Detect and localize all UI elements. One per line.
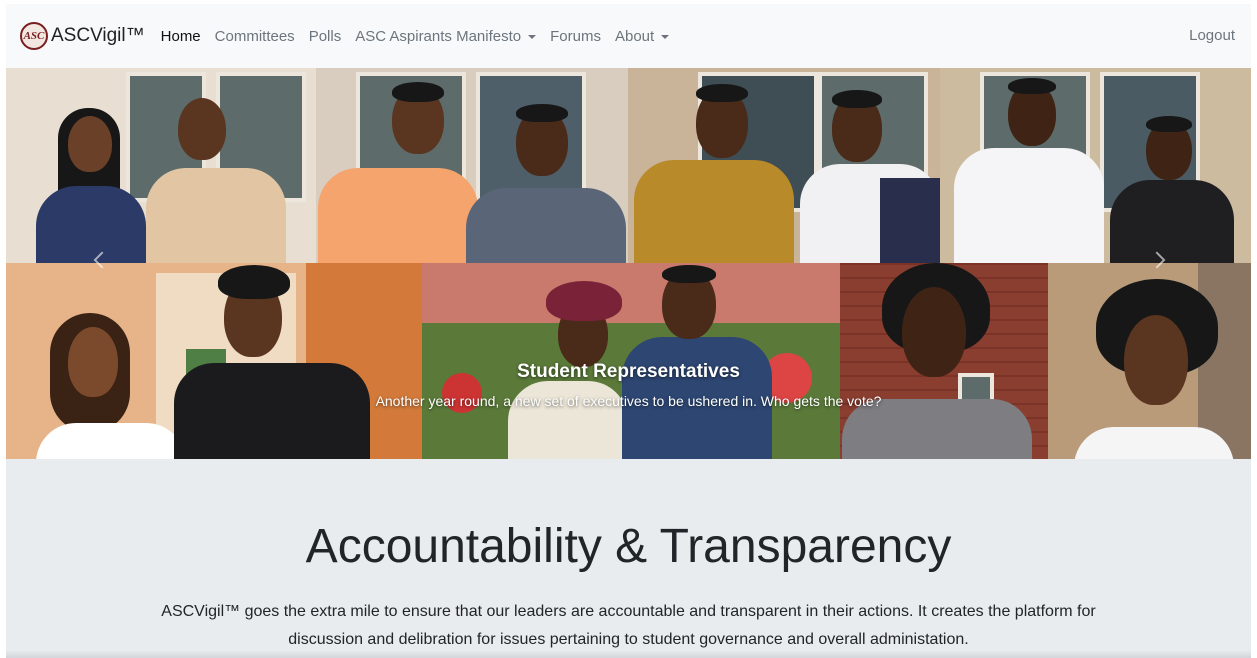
jumbotron-heading: Accountability & Transparency xyxy=(305,520,952,573)
photo-top-3 xyxy=(628,68,940,263)
navbar: ASC ASCVigil™ Home Committees Polls ASC … xyxy=(6,4,1251,68)
nav-polls[interactable]: Polls xyxy=(309,28,342,45)
hero-carousel: Student Representatives Another year rou… xyxy=(6,68,1251,459)
brand[interactable]: ASC ASCVigil™ xyxy=(20,22,145,50)
nav-home-label: Home xyxy=(160,27,201,45)
brand-logo-icon: ASC xyxy=(20,22,48,50)
nav-home[interactable]: Home xyxy=(161,28,201,45)
nav-about-dropdown[interactable]: About xyxy=(614,27,670,45)
nav-committees[interactable]: Committees xyxy=(215,28,295,45)
nav-forums[interactable]: Forums xyxy=(550,28,601,45)
brand-logo-text: ASC xyxy=(23,30,45,42)
jumbotron-lead: ASCVigil™ goes the extra mile to ensure … xyxy=(161,603,1096,648)
photo-top-1 xyxy=(6,68,316,263)
section-shadow xyxy=(6,650,1251,658)
nav-about-label: About xyxy=(614,27,655,45)
page: ASC ASCVigil™ Home Committees Polls ASC … xyxy=(6,4,1251,658)
nav-links: Home Committees Polls ASC Aspirants Mani… xyxy=(161,28,684,45)
caret-down-icon xyxy=(528,35,537,39)
nav-polls-label: Polls xyxy=(308,27,342,45)
caret-down-icon xyxy=(661,35,670,39)
nav-aspirants-manifesto-dropdown[interactable]: ASC Aspirants Manifesto xyxy=(355,27,537,45)
photo-top-2 xyxy=(316,68,628,263)
carousel-caption-text: Another year round, a new set of executi… xyxy=(375,393,882,409)
photo-top-4 xyxy=(940,68,1251,263)
nav-committees-label: Committees xyxy=(214,27,295,45)
carousel-caption-title: Student Representatives xyxy=(517,361,740,382)
jumbotron: Accountability & Transparency ASCVigil™ … xyxy=(6,459,1251,658)
nav-forums-label: Forums xyxy=(550,27,601,45)
nav-aspirants-manifesto-label: ASC Aspirants Manifesto xyxy=(355,27,522,45)
logout-link[interactable]: Logout xyxy=(1189,27,1235,44)
brand-name: ASCVigil™ xyxy=(51,25,145,46)
